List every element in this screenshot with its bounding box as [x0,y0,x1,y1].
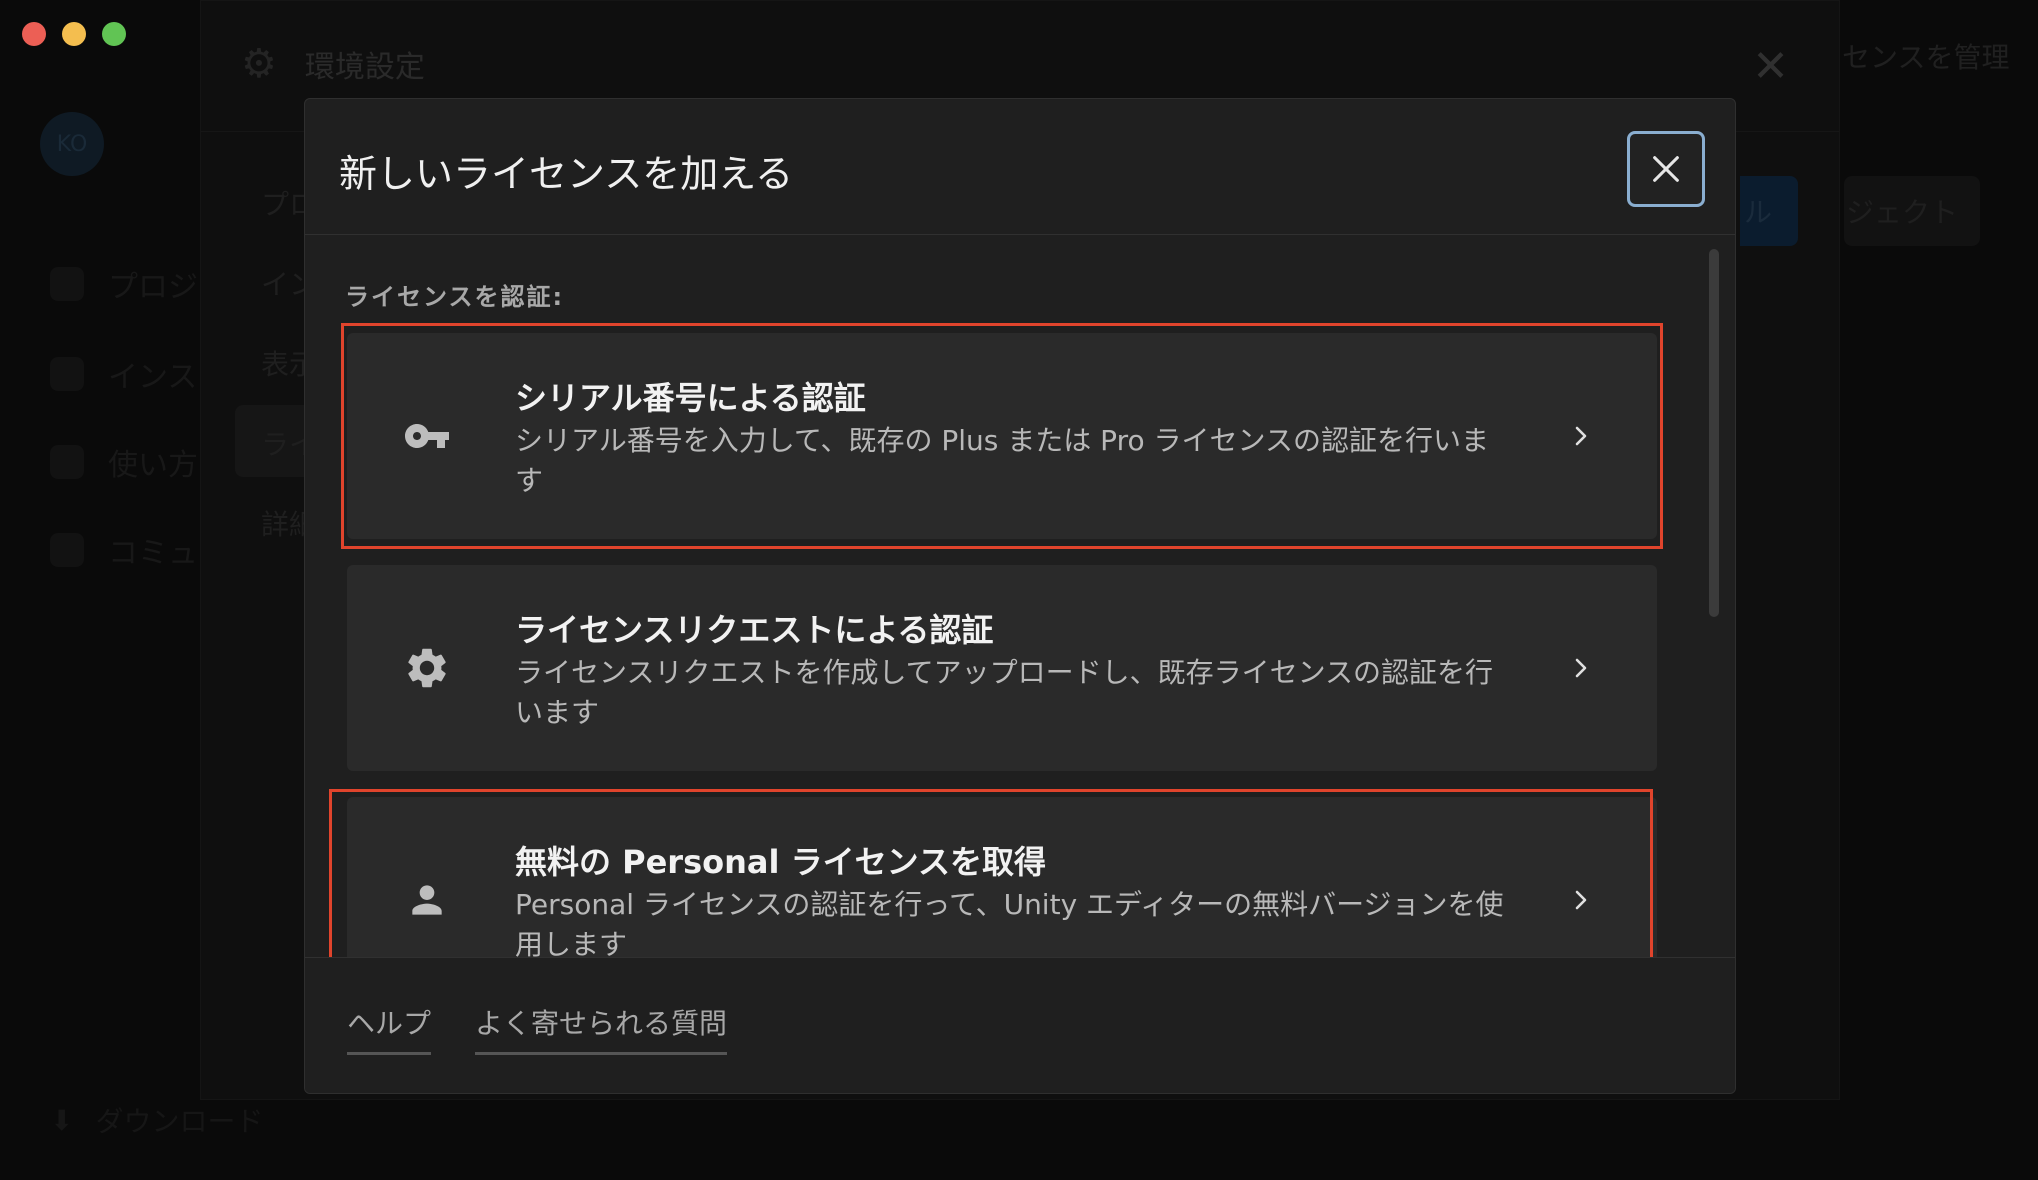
scrollbar[interactable] [1709,249,1719,617]
add-button[interactable]: ル [1740,176,1798,246]
avatar[interactable]: KO [40,112,104,176]
gear-icon: ⚙ [241,41,277,87]
section-label: ライセンスを認証: [345,283,565,311]
chevron-right-icon [1575,890,1587,910]
sidebar-item-projects[interactable]: プロジ [50,262,198,306]
modal-title: 新しいライセンスを加える [339,152,794,196]
option-title: ライセンスリクエストによる認証 [515,611,994,649]
project-button[interactable]: ジェクト [1844,176,1980,246]
person-icon [401,874,453,926]
manage-license-heading: センスを管理 [1842,41,2010,74]
window-close-button[interactable] [22,22,46,46]
window-zoom-button[interactable] [102,22,126,46]
option-title: 無料の Personal ライセンスを取得 [515,843,1046,881]
sidebar-item-installs[interactable]: インス [50,352,197,396]
key-icon [401,410,453,462]
serial-number-activation-option[interactable]: シリアル番号による認証 シリアル番号を入力して、既存の Plus または Pro… [347,333,1657,539]
sidebar-item-label: プロジ [108,270,198,305]
preferences-header: ⚙ 環境設定 [241,41,425,87]
sidebar-item-community[interactable]: コミュ [50,528,198,572]
download-button[interactable]: ⬇ ダウンロード [50,1100,263,1140]
sidebar-item-label: コミュ [108,536,198,571]
cube-icon [50,267,84,301]
add-license-modal: 新しいライセンスを加える ライセンスを認証: シリアル番号による認証 シリアル番… [304,98,1736,1094]
option-description: シリアル番号を入力して、既存の Plus または Pro ライセンスの認証を行い… [515,424,1489,497]
download-icon: ⬇ [50,1103,74,1137]
chevron-right-icon [1575,426,1587,446]
preferences-title: 環境設定 [304,50,425,85]
modal-header: 新しいライセンスを加える [305,99,1735,235]
sidebar-item-label: 使い方 [108,448,198,483]
sidebar-item-learn[interactable]: 使い方 [50,440,198,484]
window-minimize-button[interactable] [62,22,86,46]
preferences-close-button[interactable]: ✕ [1752,41,1789,92]
download-label: ダウンロード [95,1105,264,1138]
lock-icon [50,357,84,391]
graduation-cap-icon [50,445,84,479]
window-controls [22,22,126,46]
help-link[interactable]: ヘルプ [347,1002,432,1055]
chevron-right-icon [1575,658,1587,678]
people-icon [50,533,84,567]
option-description: Personal ライセンスの認証を行って、Unity エディターの無料バージョ… [515,888,1504,961]
close-button[interactable] [1627,131,1705,207]
sidebar-item-label: インス [108,360,198,395]
faq-link[interactable]: よく寄せられる質問 [475,1002,728,1055]
option-title: シリアル番号による認証 [515,379,866,417]
license-request-activation-option[interactable]: ライセンスリクエストによる認証 ライセンスリクエストを作成してアップロードし、既… [347,565,1657,771]
option-description: ライセンスリクエストを作成してアップロードし、既存ライセンスの認証を行 います [515,656,1494,729]
close-icon [1653,156,1679,182]
modal-footer: ヘルプ よく寄せられる質問 [305,957,1735,1093]
gear-icon [401,642,453,694]
